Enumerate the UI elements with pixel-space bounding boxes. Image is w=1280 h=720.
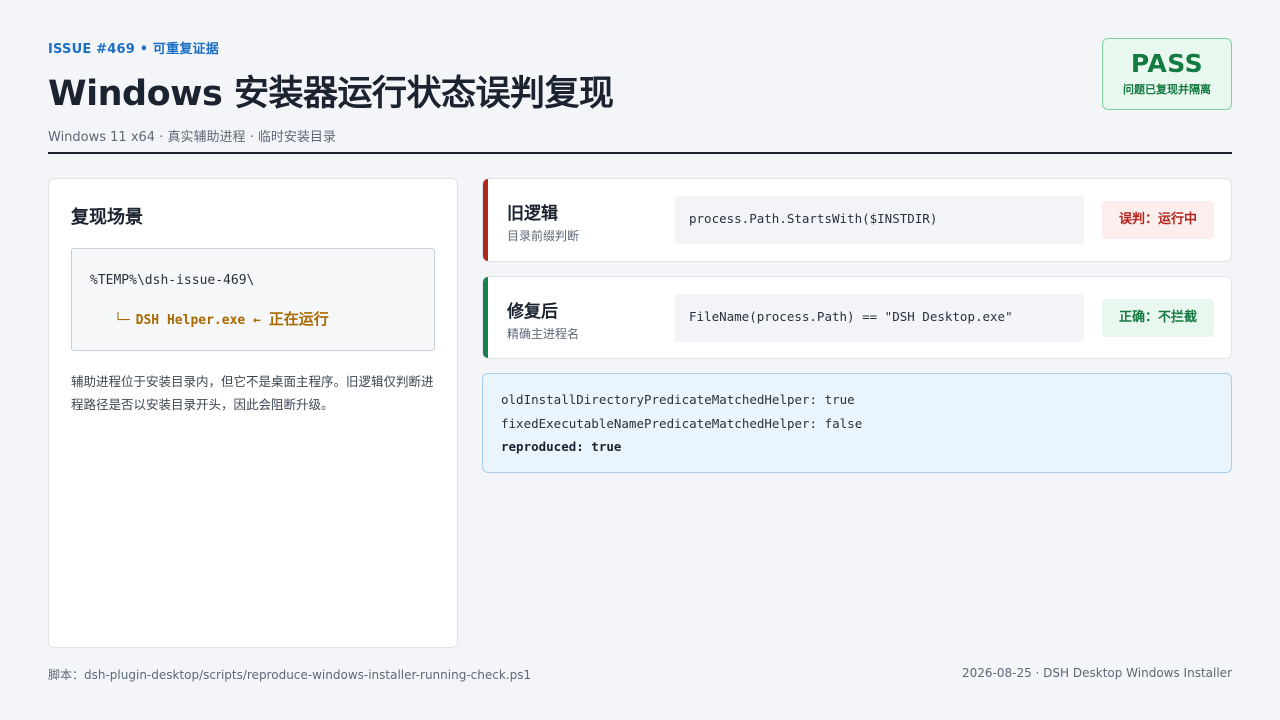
old-logic-accent [483,179,488,261]
tree-branch-icon: └─ [114,313,130,328]
page-header: ISSUE #469 • 可重复证据 Windows 安装器运行状态误判复现 W… [48,38,1232,154]
fixed-logic-code: FileName(process.Path) == "DSH Desktop.e… [675,294,1084,342]
header-divider [48,152,1232,154]
install-dir-path: %TEMP%\dsh-issue-469\ [90,273,255,288]
result-line-fixed: fixedExecutableNamePredicateMatchedHelpe… [501,416,863,431]
old-logic-verdict: 误判：运行中 [1102,201,1214,239]
fixed-logic-label: 修复后 [507,302,558,322]
fixed-logic-accent [483,277,488,358]
result-line-reproduced: reproduced: true [501,439,622,454]
helper-process-entry: └─ DSH Helper.exe ← 正在运行 [114,308,329,329]
status-note: 问题已复现并隔离 [1123,83,1211,96]
fixed-logic-verdict: 正确：不拦截 [1102,299,1214,337]
old-logic-card: 旧逻辑 目录前缀判断 process.Path.StartsWith($INST… [482,178,1232,262]
helper-process-state: 正在运行 [268,310,329,328]
directory-tree: %TEMP%\dsh-issue-469\ └─ DSH Helper.exe ←… [71,248,435,351]
scenario-description: 辅助进程位于安装目录内，但它不是桌面主程序。旧逻辑仅判断进程路径是否以安装目录开… [71,374,434,412]
status-result: PASS [1130,49,1204,78]
helper-process-name: DSH Helper.exe ← [135,313,261,328]
old-logic-code: process.Path.StartsWith($INSTDIR) [675,196,1084,244]
issue-tag: ISSUE #469 • 可重复证据 [48,42,219,57]
old-logic-sub: 目录前缀判断 [507,229,580,243]
fixed-logic-card: 修复后 精确主进程名 FileName(process.Path) == "DS… [482,276,1232,359]
page-subtitle: Windows 11 x64 · 真实辅助进程 · 临时安装目录 [48,130,336,145]
footer-script-path: 脚本：dsh-plugin-desktop/scripts/reproduce-… [48,668,532,682]
status-badge: PASS 问题已复现并隔离 [1102,38,1232,110]
fixed-logic-sub: 精确主进程名 [507,327,580,341]
footer-meta: 2026-08-25 · DSH Desktop Windows Install… [962,666,1232,680]
result-output: oldInstallDirectoryPredicateMatchedHelpe… [482,373,1232,473]
scenario-card: 复现场景 %TEMP%\dsh-issue-469\ └─ DSH Helper.… [48,178,458,648]
old-logic-label: 旧逻辑 [507,204,558,224]
scenario-title: 复现场景 [71,207,143,228]
result-line-old: oldInstallDirectoryPredicateMatchedHelpe… [501,392,855,407]
page-title: Windows 安装器运行状态误判复现 [48,74,614,114]
